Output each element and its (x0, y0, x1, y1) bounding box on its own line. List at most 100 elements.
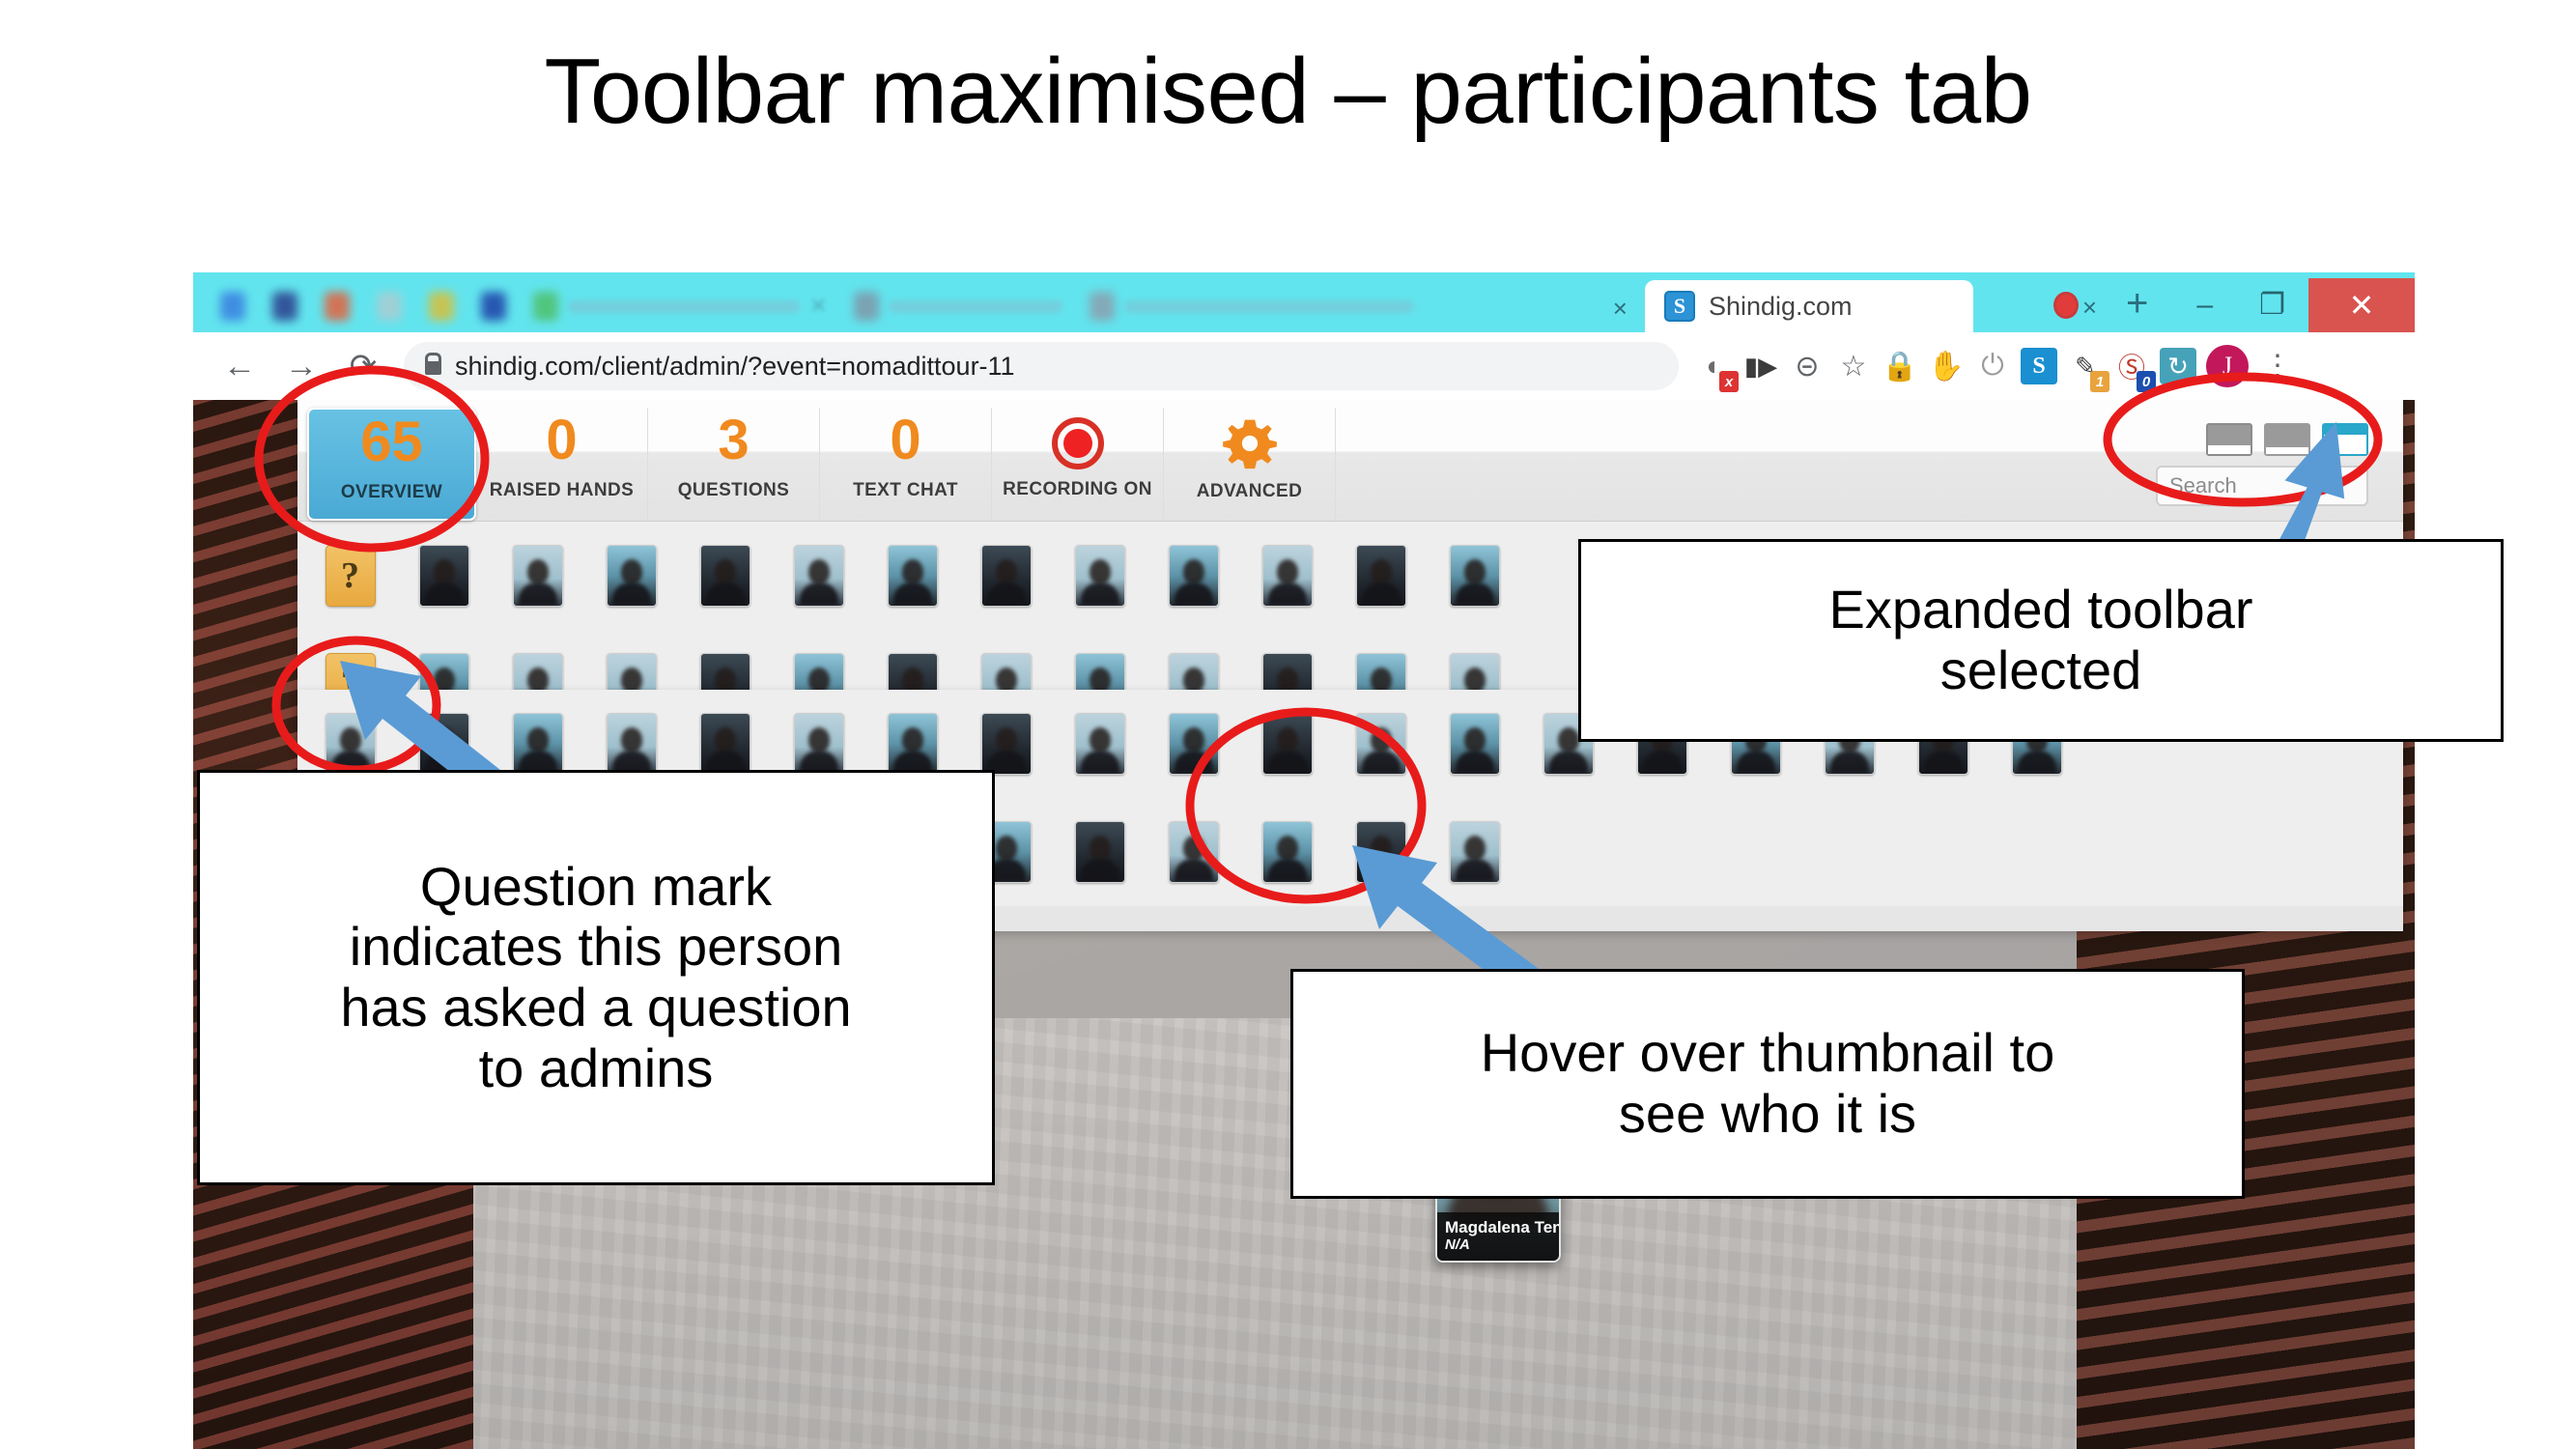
participant-cell[interactable] (865, 545, 959, 607)
participant-thumbnail[interactable] (1074, 821, 1125, 883)
address-bar[interactable]: shindig.com/client/admin/?event=nomaditt… (404, 342, 1679, 390)
participant-thumbnail[interactable] (418, 713, 469, 775)
participant-cell[interactable] (959, 713, 1053, 775)
participant-cell[interactable] (678, 545, 772, 607)
participant-thumbnail[interactable] (1168, 713, 1219, 775)
participant-cell[interactable] (678, 713, 772, 775)
shindig-extension-icon[interactable]: S (2021, 348, 2057, 384)
tab-shindig[interactable]: S Shindig.com (1644, 280, 1973, 332)
back-button[interactable]: ← (211, 348, 269, 385)
participant-cell[interactable] (1428, 821, 1521, 883)
password-manager-icon[interactable]: 🔒 (1882, 348, 1918, 384)
participant-thumbnail[interactable] (699, 545, 750, 607)
search-input[interactable]: Search (2156, 465, 2368, 506)
reload-button[interactable]: ⟳ (334, 347, 392, 385)
participant-thumbnail[interactable] (793, 713, 844, 775)
cookie-blocker-icon[interactable]: ◐ x (1696, 348, 1739, 392)
participant-thumbnail[interactable] (512, 713, 563, 775)
participant-cell[interactable] (865, 713, 959, 775)
participant-cell[interactable] (1334, 545, 1428, 607)
new-tab-button[interactable]: + (2097, 284, 2173, 332)
participant-cell[interactable] (491, 713, 584, 775)
participant-thumbnail[interactable] (793, 545, 844, 607)
participant-cell[interactable] (397, 713, 491, 775)
close-icon[interactable]: ✕ (809, 294, 827, 319)
toolbar-tab-recording[interactable]: RECORDING ON (992, 408, 1164, 521)
participant-thumbnail[interactable] (1449, 545, 1500, 607)
participant-cell[interactable] (959, 545, 1053, 607)
highlighter-pen-icon[interactable]: ✎ 1 (2067, 348, 2109, 392)
toolbar-tab-text-chat[interactable]: 0 TEXT CHAT (820, 408, 992, 521)
background-tab[interactable] (365, 283, 413, 329)
toolbar-tab-overview[interactable]: 65 OVERVIEW (307, 408, 476, 521)
power-toggle-icon[interactable]: ⏻ (1974, 348, 2011, 384)
background-tab[interactable] (1078, 283, 1426, 329)
participant-cell[interactable] (1334, 713, 1428, 775)
background-tab[interactable] (417, 283, 466, 329)
minimize-button[interactable]: – (2173, 291, 2236, 320)
background-tab[interactable] (469, 283, 518, 329)
participant-cell[interactable] (1240, 713, 1334, 775)
participant-thumbnail[interactable] (980, 545, 1032, 607)
close-window-button[interactable]: ✕ (2308, 278, 2415, 332)
participant-thumbnail[interactable] (1074, 545, 1125, 607)
participant-thumbnail[interactable] (1261, 713, 1313, 775)
participant-thumbnail[interactable] (1355, 545, 1406, 607)
grammar-check-icon[interactable]: Ⓢ 0 (2113, 348, 2156, 392)
participant-thumbnail[interactable] (1168, 821, 1219, 883)
participant-cell[interactable] (1053, 713, 1146, 775)
participant-cell[interactable] (1146, 545, 1240, 607)
participant-thumbnail[interactable] (980, 713, 1032, 775)
participant-cell[interactable] (1334, 821, 1428, 883)
background-tab[interactable]: ✕ (522, 283, 838, 329)
participant-thumbnail[interactable] (1355, 713, 1406, 775)
participant-thumbnail[interactable] (418, 545, 469, 607)
participant-thumbnail[interactable] (1449, 713, 1500, 775)
participant-cell[interactable] (584, 713, 678, 775)
restore-button[interactable]: ❐ (2236, 291, 2308, 320)
participant-thumbnail[interactable] (887, 545, 938, 607)
participant-cell[interactable] (1146, 713, 1240, 775)
screen-recorder-icon[interactable]: ▮▶ (1742, 348, 1779, 384)
zoom-out-icon[interactable]: ⊝ (1789, 348, 1826, 384)
view-toggle-expanded[interactable] (2322, 422, 2368, 456)
participant-cell[interactable] (584, 545, 678, 607)
participant-thumbnail[interactable] (512, 545, 563, 607)
background-tab[interactable] (842, 283, 1074, 329)
toolbar-tab-advanced[interactable]: ADVANCED (1164, 408, 1336, 521)
participant-thumbnail[interactable] (699, 713, 750, 775)
participant-thumbnail[interactable] (1168, 545, 1219, 607)
sync-icon[interactable]: ↻ (2160, 348, 2196, 384)
participant-thumbnail[interactable] (1261, 545, 1313, 607)
adblock-stop-icon[interactable]: ✋ (1928, 348, 1965, 384)
close-icon[interactable]: × (1605, 296, 1645, 332)
participant-thumbnail[interactable] (606, 713, 657, 775)
participant-thumbnail[interactable] (606, 545, 657, 607)
toolbar-tab-raised-hands[interactable]: 0 RAISED HANDS (476, 408, 648, 521)
participant-cell[interactable] (1428, 545, 1521, 607)
background-tabs-blurred[interactable]: ✕ (193, 280, 1605, 332)
participant-cell[interactable] (397, 545, 491, 607)
view-toggle-minimised[interactable] (2206, 422, 2252, 456)
participant-thumbnail[interactable] (1261, 821, 1313, 883)
participant-thumbnail[interactable] (1449, 821, 1500, 883)
participant-cell[interactable] (1240, 545, 1334, 607)
forward-button[interactable]: → (272, 348, 330, 385)
kebab-menu-icon[interactable]: ⋮ (2258, 352, 2297, 380)
participant-thumbnail[interactable] (1074, 713, 1125, 775)
participant-cell[interactable] (772, 713, 865, 775)
participant-thumbnail[interactable] (887, 713, 938, 775)
background-tab[interactable] (261, 283, 309, 329)
tab-close-icon[interactable]: × (2082, 293, 2097, 323)
participant-cell[interactable] (1240, 821, 1334, 883)
toolbar-tab-questions[interactable]: 3 QUESTIONS (648, 408, 820, 521)
bookmark-star-icon[interactable]: ☆ (1835, 348, 1872, 384)
participant-cell[interactable] (491, 545, 584, 607)
participant-cell[interactable] (772, 545, 865, 607)
participant-cell[interactable] (1428, 713, 1521, 775)
participant-cell[interactable]: ? (303, 545, 397, 607)
participant-cell[interactable] (303, 713, 397, 775)
participant-cell[interactable] (1146, 821, 1240, 883)
participant-cell[interactable] (1053, 821, 1146, 883)
background-tab[interactable] (209, 283, 257, 329)
